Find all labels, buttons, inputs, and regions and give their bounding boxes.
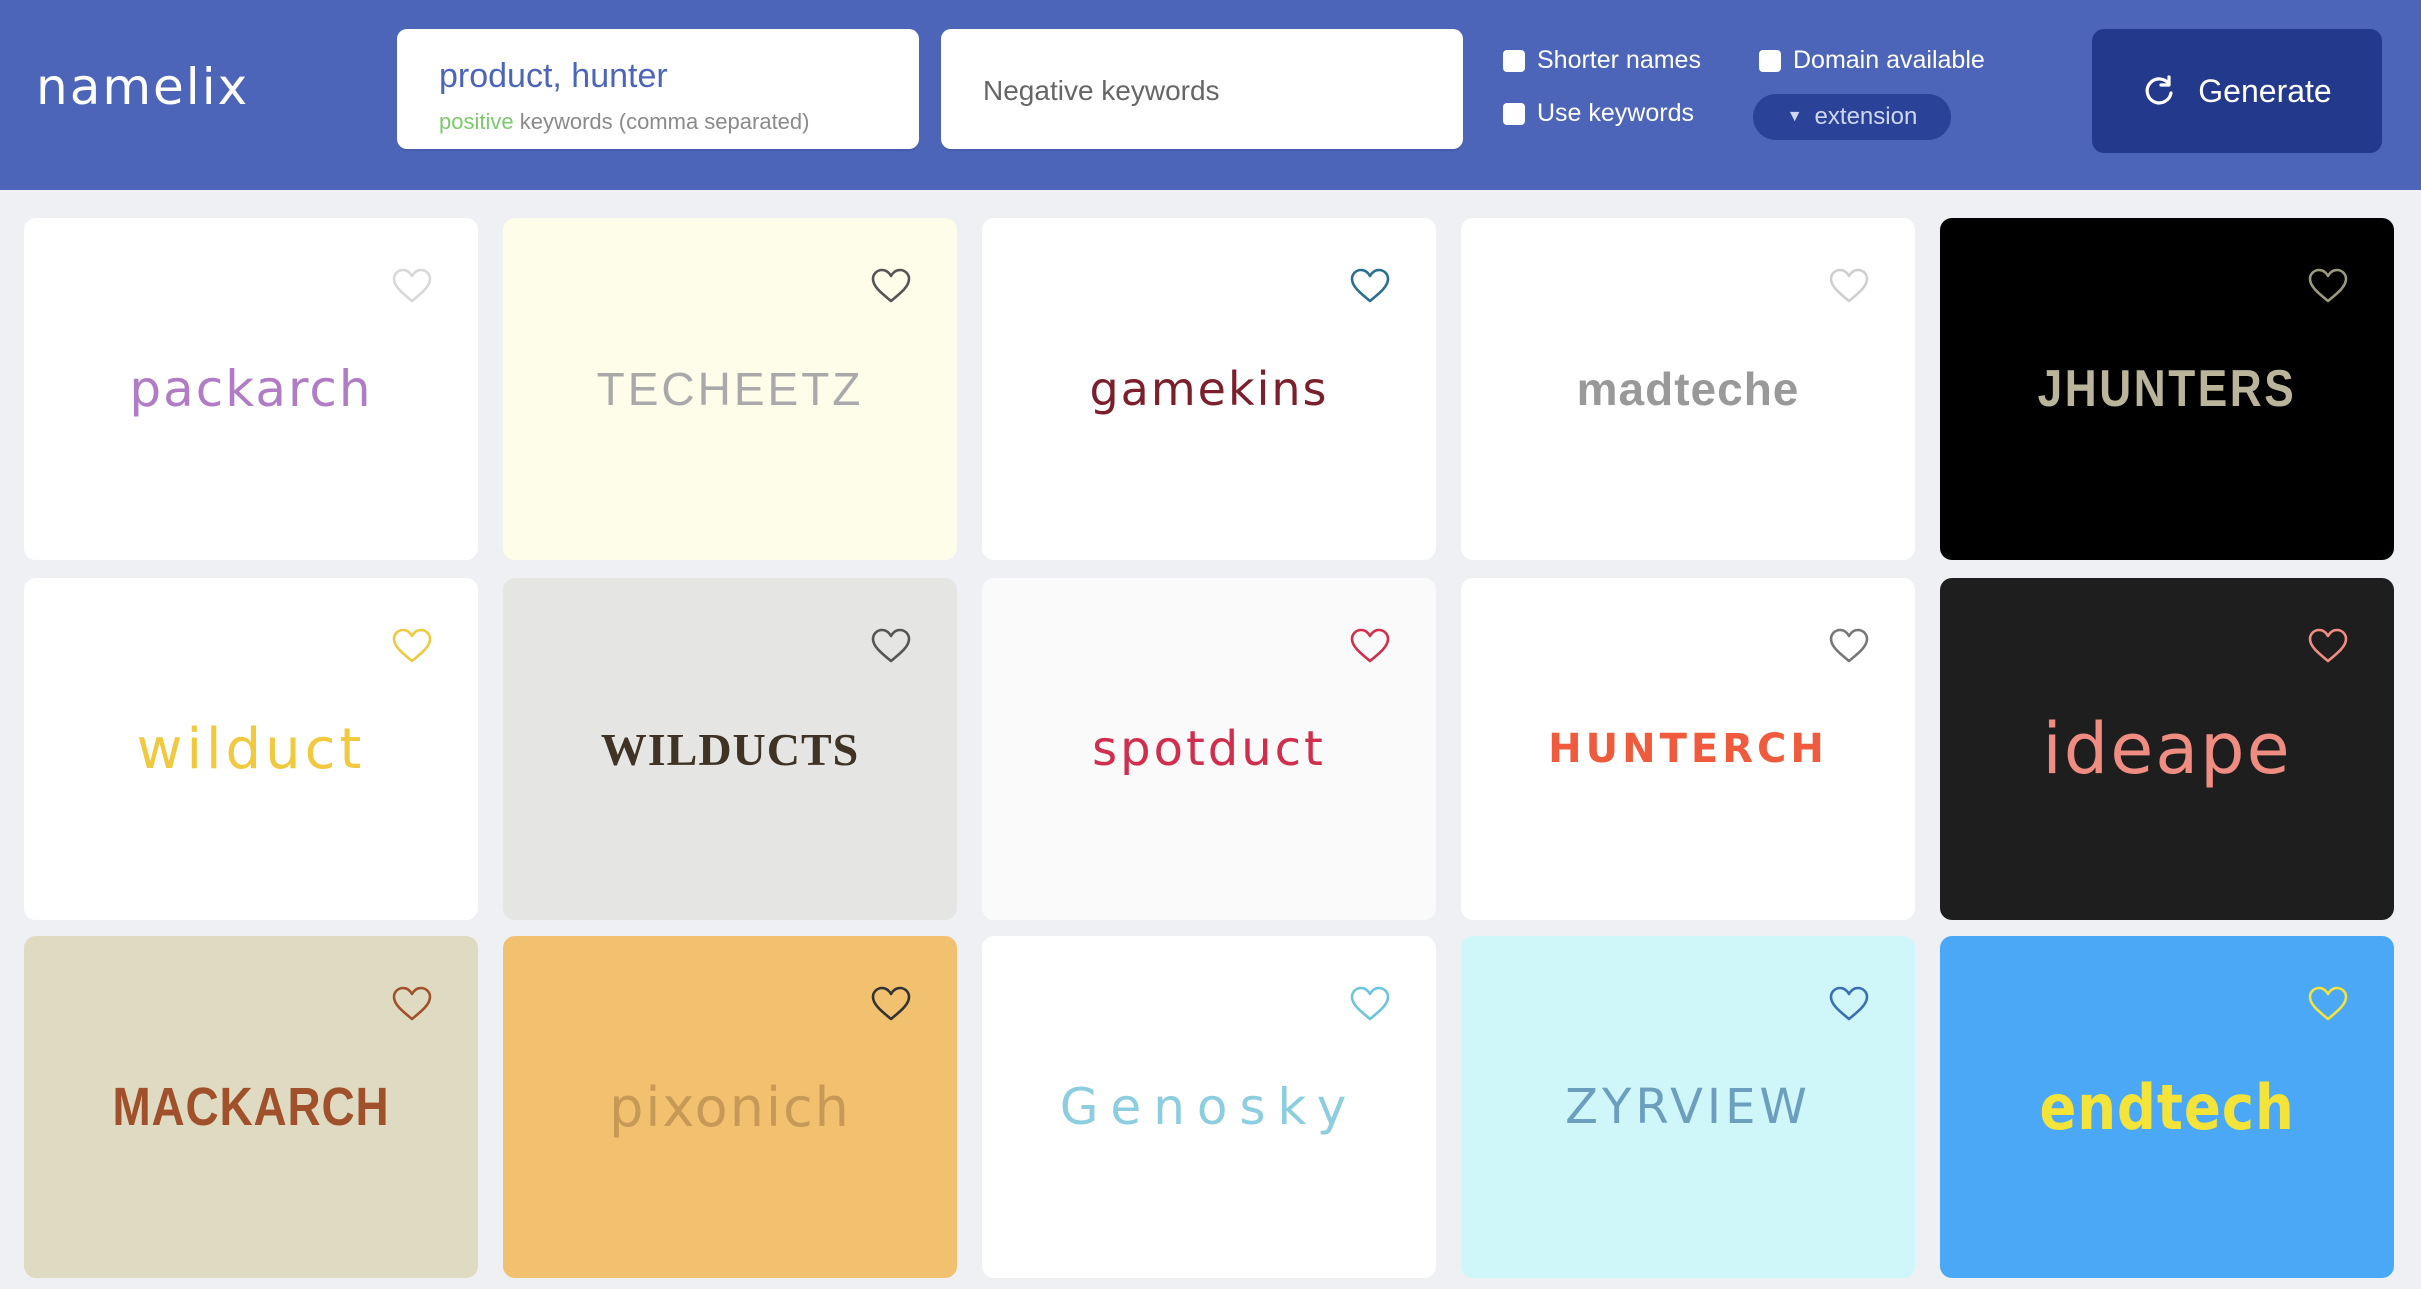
name-card[interactable]: TECHEETZ	[503, 218, 957, 560]
name-card[interactable]: madteche	[1461, 218, 1915, 560]
brand-name: spotduct	[1092, 721, 1326, 777]
brand-name: packarch	[129, 360, 373, 418]
name-card[interactable]: packarch	[24, 218, 478, 560]
name-card[interactable]: wilduct	[24, 578, 478, 920]
brand-name: JHUNTERS	[2037, 360, 2297, 418]
name-card[interactable]: ideape	[1940, 578, 2394, 920]
brand-name: gamekins	[1089, 362, 1329, 416]
name-results-grid: packarch TECHEETZ gamekins madteche JHUN…	[0, 0, 2421, 1289]
name-card[interactable]: ZYRVIEW	[1461, 936, 1915, 1278]
name-card[interactable]: gamekins	[982, 218, 1436, 560]
brand-name: wilduct	[136, 716, 366, 782]
name-card[interactable]: spotduct	[982, 578, 1436, 920]
brand-name: ZYRVIEW	[1565, 1079, 1811, 1135]
brand-name: Genosky	[1059, 1078, 1359, 1136]
brand-name: pixonich	[609, 1075, 851, 1139]
brand-name: TECHEETZ	[596, 363, 864, 415]
name-card[interactable]: JHUNTERS	[1940, 218, 2394, 560]
brand-name: HUNTERCH	[1548, 726, 1828, 772]
brand-name: endtech	[2039, 1070, 2295, 1144]
brand-name: WILDUCTS	[600, 723, 860, 775]
brand-name: ideape	[2042, 708, 2292, 790]
brand-name: MACKARCH	[112, 1077, 390, 1137]
name-card[interactable]: MACKARCH	[24, 936, 478, 1278]
brand-name: madteche	[1576, 363, 1800, 415]
name-card[interactable]: Genosky	[982, 936, 1436, 1278]
name-card[interactable]: HUNTERCH	[1461, 578, 1915, 920]
name-card[interactable]: endtech	[1940, 936, 2394, 1278]
name-card[interactable]: WILDUCTS	[503, 578, 957, 920]
name-card[interactable]: pixonich	[503, 936, 957, 1278]
